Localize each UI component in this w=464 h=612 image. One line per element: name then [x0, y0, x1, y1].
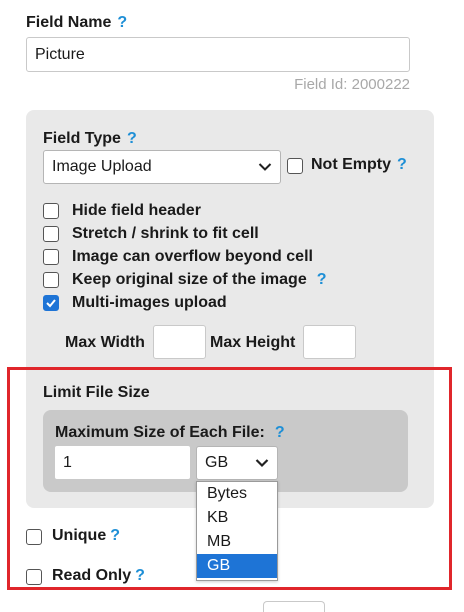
not-empty-checkbox[interactable] — [287, 158, 303, 174]
stretch-shrink-checkbox[interactable] — [43, 226, 59, 242]
unit-option-bytes[interactable]: Bytes — [197, 482, 277, 506]
multi-images-checkbox[interactable] — [43, 295, 59, 311]
unit-option-mb[interactable]: MB — [197, 530, 277, 554]
not-empty-label: Not Empty? — [311, 156, 407, 174]
size-unit-dropdown: Bytes KB MB GB — [196, 481, 278, 581]
field-type-select[interactable]: Image Upload — [43, 150, 281, 184]
read-only-label: Read Only? — [52, 567, 145, 585]
field-name-label-text: Field Name — [26, 14, 112, 31]
image-overflow-label: Image can overflow beyond cell — [72, 248, 313, 265]
unique-label: Unique? — [52, 527, 120, 545]
max-width-label: Max Width — [65, 334, 145, 351]
image-overflow-checkbox[interactable] — [43, 249, 59, 265]
field-name-help-icon[interactable]: ? — [117, 14, 127, 31]
read-only-help-icon[interactable]: ? — [135, 567, 145, 584]
read-only-label-text: Read Only — [52, 567, 132, 584]
keep-original-size-label: Keep original size of the image? — [72, 271, 327, 289]
unique-label-text: Unique — [52, 527, 107, 544]
field-id-text: Field Id: 2000222 — [294, 76, 410, 93]
field-type-label-text: Field Type — [43, 130, 121, 147]
field-name-label: Field Name? — [26, 14, 127, 32]
not-empty-help-icon[interactable]: ? — [397, 156, 407, 173]
read-only-checkbox[interactable] — [26, 569, 42, 585]
max-width-input[interactable] — [153, 325, 206, 359]
field-type-selected: Image Upload — [52, 158, 152, 175]
chevron-down-icon — [258, 163, 272, 171]
unique-help-icon[interactable]: ? — [110, 527, 120, 544]
field-name-input[interactable]: Picture — [26, 37, 410, 72]
bottom-button-edge[interactable] — [263, 601, 325, 612]
unit-option-gb[interactable]: GB — [197, 554, 277, 578]
stretch-shrink-label: Stretch / shrink to fit cell — [72, 225, 259, 242]
keep-original-size-help-icon[interactable]: ? — [317, 271, 327, 288]
multi-images-label: Multi-images upload — [72, 294, 227, 311]
field-type-label: Field Type? — [43, 130, 137, 148]
not-empty-label-text: Not Empty — [311, 156, 391, 173]
max-height-input[interactable] — [303, 325, 356, 359]
unique-checkbox[interactable] — [26, 529, 42, 545]
field-type-help-icon[interactable]: ? — [127, 130, 137, 147]
field-name-value: Picture — [35, 45, 85, 63]
checkmark-icon — [46, 299, 56, 308]
max-height-label: Max Height — [210, 334, 296, 351]
hide-field-header-checkbox[interactable] — [43, 203, 59, 219]
keep-original-size-checkbox[interactable] — [43, 272, 59, 288]
hide-field-header-label: Hide field header — [72, 202, 201, 219]
unit-option-kb[interactable]: KB — [197, 506, 277, 530]
keep-original-size-text: Keep original size of the image — [72, 271, 307, 288]
